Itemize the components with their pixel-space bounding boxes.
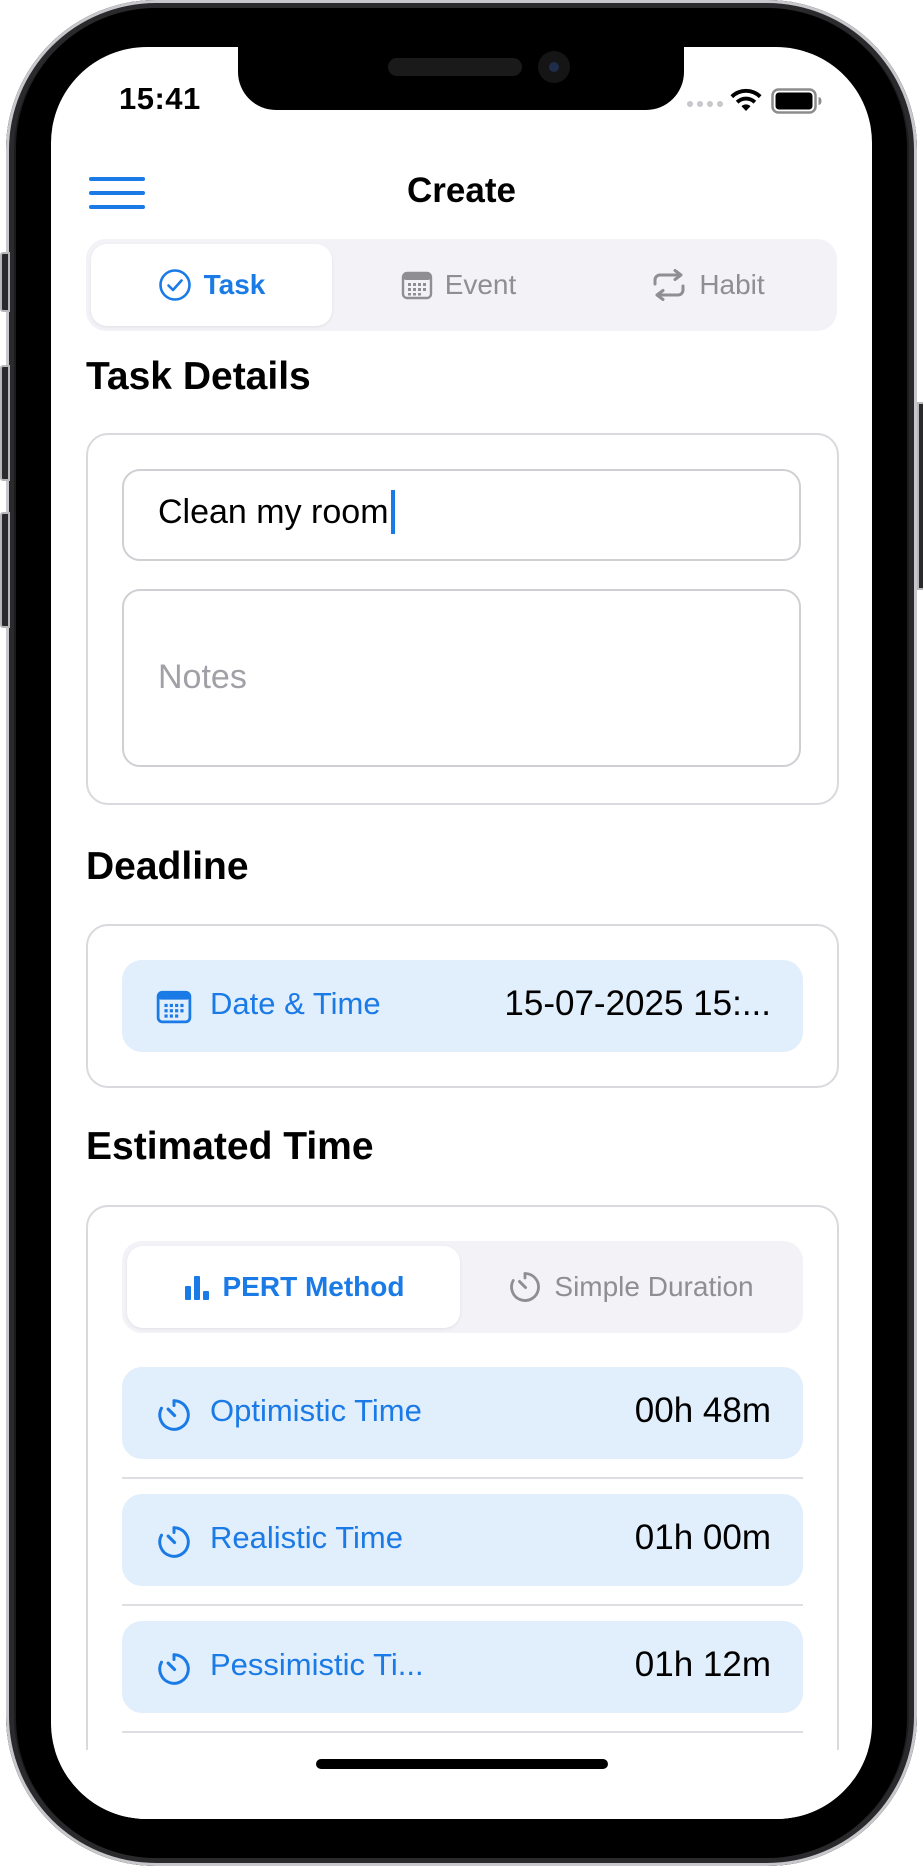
tab-habit-label: Habit [699,269,765,300]
realistic-time-label: Realistic Time [210,1520,403,1555]
pessimistic-time-value: 01h 12m [634,1645,771,1684]
timer-icon [158,1526,190,1558]
deadline-value: 15-07-2025 15:... [504,984,771,1023]
front-camera [538,51,570,83]
deadline-heading: Deadline [86,845,249,888]
mute-switch [0,252,10,312]
deadline-card: Date & Time 15-07-2025 15:... [86,924,839,1088]
repeat-icon [653,269,685,301]
task-details-card: Clean my room Notes [86,433,839,805]
wifi-icon [730,88,762,111]
optimistic-time-value: 00h 48m [634,1391,771,1430]
home-indicator[interactable] [316,1759,608,1769]
optimistic-time-label: Optimistic Time [210,1393,422,1428]
text-caret [390,490,395,535]
tab-simple-duration-label: Simple Duration [554,1271,754,1302]
volume-up-button [0,365,10,481]
tab-event[interactable]: Event [336,244,581,326]
checkmark-circle-icon [158,269,191,301]
tab-task-label: Task [203,269,266,300]
tab-habit[interactable]: Habit [584,244,832,326]
task-name-text-wrap: Clean my room [158,490,395,535]
pessimistic-time-label: Pessimistic Ti... [210,1647,424,1682]
task-name-value: Clean my room [158,493,389,531]
notes-placeholder: Notes [158,658,247,696]
tab-simple-duration[interactable]: Simple Duration [464,1246,798,1328]
calendar-icon [401,271,432,300]
deadline-date-time-row[interactable]: Date & Time 15-07-2025 15:... [122,960,803,1052]
realistic-time-row[interactable]: Realistic Time 01h 00m [122,1494,803,1586]
task-name-field[interactable]: Clean my room [122,469,801,561]
realistic-time-value: 01h 00m [634,1518,771,1557]
row-divider [122,1477,803,1479]
create-type-tabs: Task Event Habit [86,239,837,331]
estimation-method-tabs: PERT Method Simple Duration [122,1241,803,1333]
cellular-signal-icon [687,101,723,107]
row-divider [122,1604,803,1606]
tab-event-label: Event [444,269,517,300]
page-title: Create [407,171,516,210]
estimated-time-heading: Estimated Time [86,1125,374,1168]
battery-icon [771,88,822,114]
speaker-grille [388,58,522,76]
notch [238,47,684,110]
screen: 15:41 Create Task Event Habit Task Detai… [51,47,872,1819]
timer-icon [158,1399,190,1431]
tab-pert-method[interactable]: PERT Method [127,1246,460,1328]
timer-icon [158,1653,190,1685]
optimistic-time-row[interactable]: Optimistic Time 00h 48m [122,1367,803,1459]
estimated-time-card: PERT Method Simple Duration Optimistic T… [86,1205,839,1819]
deadline-label: Date & Time [210,986,381,1021]
tab-pert-method-label: PERT Method [222,1271,405,1302]
calendar-icon [156,990,192,1024]
timer-icon [510,1272,541,1302]
task-details-heading: Task Details [86,355,311,398]
row-divider [122,1731,803,1733]
tab-task[interactable]: Task [91,244,332,326]
status-icons [687,87,837,117]
notes-field[interactable]: Notes [122,589,801,767]
status-time: 15:41 [119,81,201,116]
power-button [917,402,923,590]
volume-down-button [0,512,10,628]
bar-chart-icon [184,1276,209,1300]
pessimistic-time-row[interactable]: Pessimistic Ti... 01h 12m [122,1621,803,1713]
